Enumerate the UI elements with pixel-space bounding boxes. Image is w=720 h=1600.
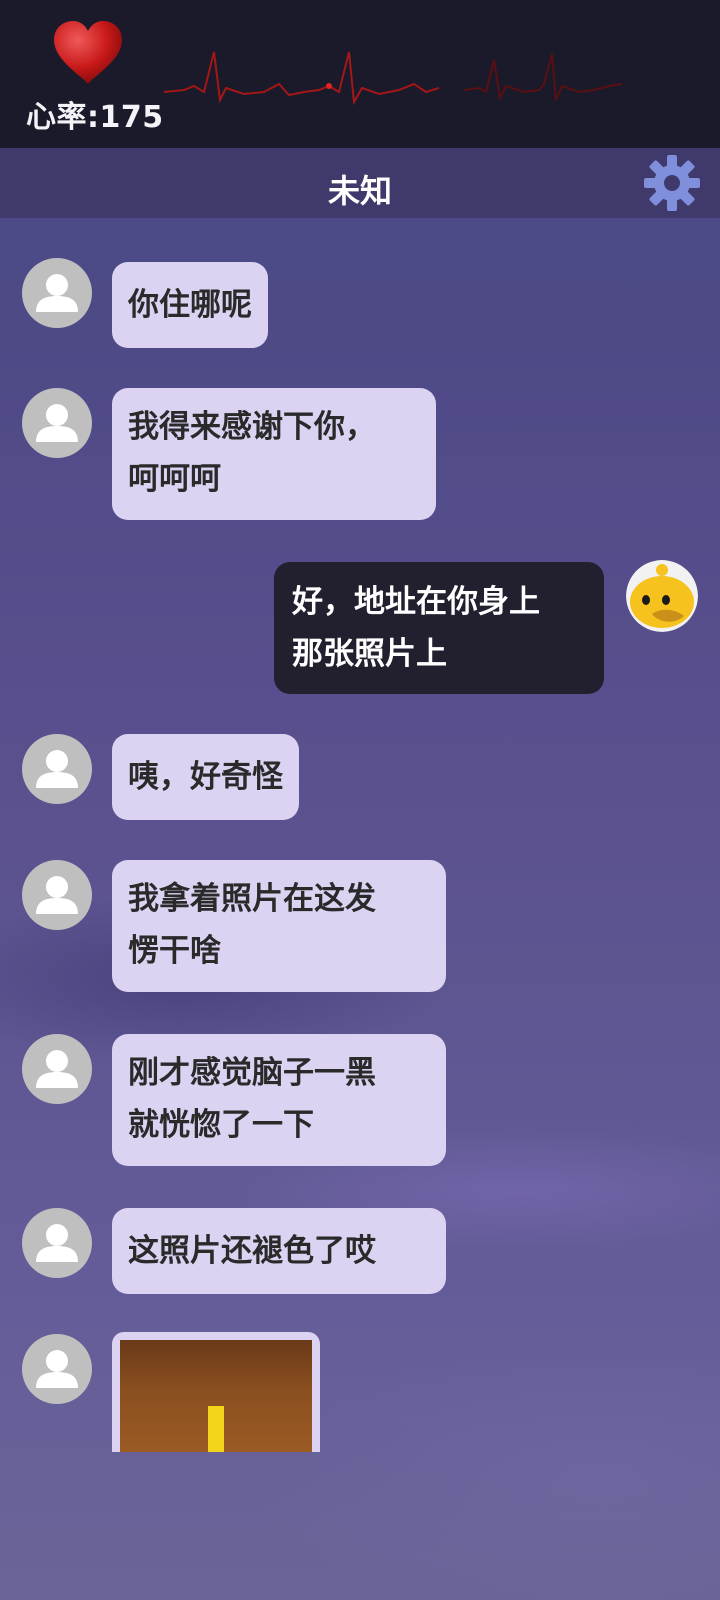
contact-avatar[interactable] [22,1034,92,1104]
message-bubble-sent[interactable]: 好，地址在你身上 那张照片上 [274,562,604,694]
message-line: 我拿着照片在这发 [128,881,376,917]
chat-background [0,0,720,1600]
message-line: 愣干啥 [128,933,221,969]
photo-yellow-mark [208,1406,224,1452]
message-bubble-received[interactable]: 我得来感谢下你， 呵呵呵 [112,388,436,520]
chat-title: 未知 [327,172,392,210]
message-bubble-received[interactable]: 这照片还褪色了哎 [112,1208,446,1294]
contact-avatar[interactable] [22,1334,92,1404]
contact-avatar[interactable] [22,388,92,458]
image-message-bubble[interactable] [112,1332,320,1452]
heart-rate-panel: 心率:175 [0,0,720,148]
message-bubble-received[interactable]: 我拿着照片在这发 愣干啥 [112,860,446,992]
contact-avatar[interactable] [22,734,92,804]
message-line: 我得来感谢下你， [128,409,376,445]
ecg-line-icon [164,51,623,106]
message-line: 呵呵呵 [128,461,221,497]
message-line: 好，地址在你身上 [292,584,540,620]
faded-photo[interactable] [120,1340,312,1452]
message-bubble-received[interactable]: 你住哪呢 [112,262,268,348]
gear-icon[interactable] [642,153,702,213]
message-line: 那张照片上 [292,636,447,672]
message-line: 你住哪呢 [128,287,252,323]
message-bubble-received[interactable]: 刚才感觉脑子一黑 就恍惚了一下 [112,1034,446,1166]
contact-avatar[interactable] [22,860,92,930]
contact-avatar[interactable] [22,258,92,328]
contact-avatar[interactable] [22,1208,92,1278]
message-line: 就恍惚了一下 [128,1107,314,1143]
title-bar: 未知 [0,148,720,218]
heart-rate-readout: 心率:175 [26,100,164,135]
heart-icon [54,21,122,84]
duck-avatar[interactable] [626,560,698,632]
message-line: 这照片还褪色了哎 [128,1233,376,1269]
message-line: 咦，好奇怪 [128,759,283,795]
message-bubble-received[interactable]: 咦，好奇怪 [112,734,299,820]
message-line: 刚才感觉脑子一黑 [128,1055,376,1091]
